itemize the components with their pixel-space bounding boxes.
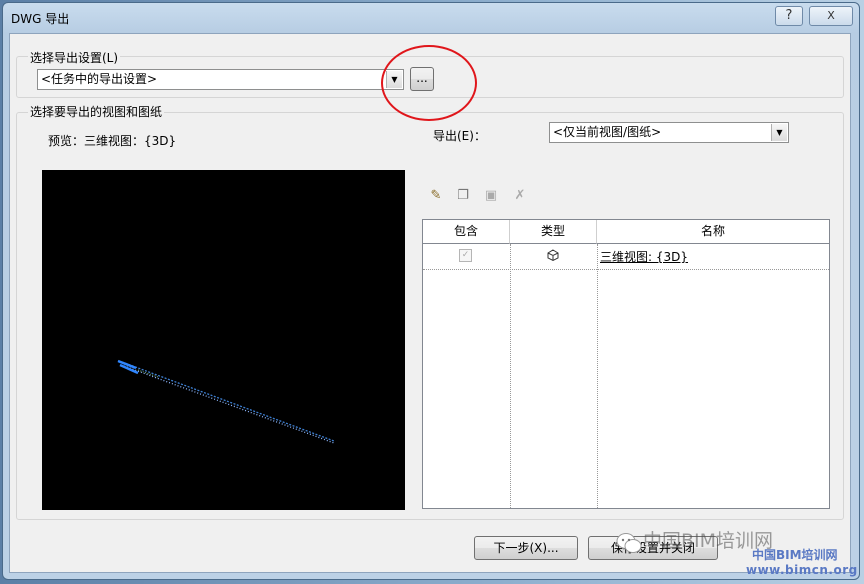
export-settings-value: <任务中的导出设置>: [41, 72, 158, 86]
dwg-export-dialog: DWG 导出 ? X 选择导出设置(L) <任务中的导出设置> ▼ ... 选择…: [2, 2, 860, 580]
export-settings-select[interactable]: <任务中的导出设置> ▼: [37, 69, 404, 90]
preview-canvas: [42, 170, 405, 510]
export-range-label: 导出(E)：: [433, 129, 486, 143]
views-table: 包含 类型 名称 ✓ 三维视图: {3D}: [422, 219, 830, 509]
column-header-name[interactable]: 名称: [597, 220, 829, 244]
include-checkbox[interactable]: ✓: [459, 249, 472, 262]
table-row[interactable]: ✓ 三维视图: {3D}: [423, 244, 829, 269]
watermark-site-name: 中国BIM培训网: [752, 548, 838, 562]
next-button[interactable]: 下一步(X)...: [474, 536, 578, 560]
chevron-down-icon: ▼: [771, 124, 787, 141]
rename-icon[interactable]: ▣: [483, 188, 499, 204]
export-range-value: <仅当前视图/图纸>: [553, 125, 662, 139]
duplicate-icon[interactable]: ❐: [455, 188, 471, 204]
wechat-icon: [616, 532, 642, 554]
view-name-cell: 三维视图: {3D}: [600, 250, 689, 264]
new-set-icon[interactable]: ✎: [428, 188, 444, 204]
export-range-select[interactable]: <仅当前视图/图纸> ▼: [549, 122, 789, 143]
help-button[interactable]: ?: [775, 6, 803, 26]
preview-label: 预览：三维视图：{3D}: [48, 134, 177, 148]
row-divider: [423, 269, 829, 270]
column-header-type[interactable]: 类型: [510, 220, 597, 244]
column-divider: [597, 244, 598, 508]
preview-3d-model: [117, 359, 335, 444]
export-settings-label: 选择导出设置(L): [28, 49, 121, 66]
watermark-url: www.bimcn.org: [746, 563, 858, 577]
close-button[interactable]: X: [809, 6, 853, 26]
views-group-label: 选择要导出的视图和图纸: [28, 103, 165, 120]
annotation-circle: [381, 45, 477, 121]
column-header-include[interactable]: 包含: [423, 220, 510, 244]
delete-icon[interactable]: ✗: [512, 188, 528, 204]
3d-view-icon: [546, 248, 560, 262]
column-divider: [510, 244, 511, 508]
window-title: DWG 导出: [11, 12, 70, 26]
